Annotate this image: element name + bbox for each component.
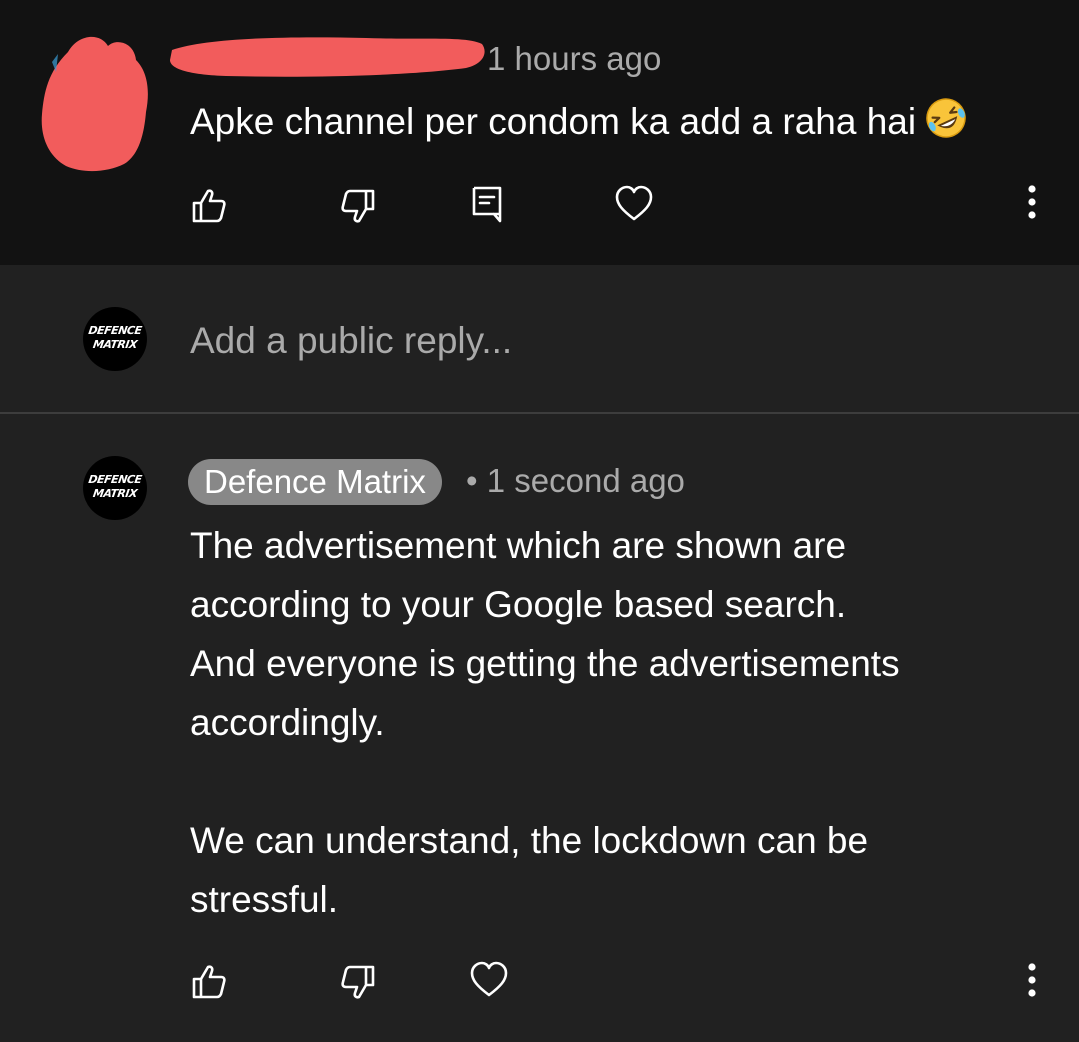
reply-meta: • 1 second ago <box>466 462 685 500</box>
reply-text: The advertisement which are shown are ac… <box>190 516 1050 929</box>
avatar-label-line2: MATRIX <box>92 487 138 500</box>
laughing-emoji-icon <box>924 96 968 149</box>
comment-text: Apke channel per condom ka add a raha ha… <box>190 96 968 149</box>
like-button[interactable] <box>189 962 229 1002</box>
dislike-button[interactable] <box>338 962 378 1002</box>
comment-timestamp: 1 hours ago <box>487 40 662 77</box>
redacted-username <box>170 37 485 77</box>
reply-compose-row <box>0 265 1079 413</box>
reply-input[interactable]: Add a public reply... <box>190 320 512 362</box>
like-button[interactable] <box>189 186 229 226</box>
avatar-label-line1: DEFENCE <box>87 473 143 486</box>
redacted-avatar <box>41 36 148 172</box>
thumbs-down-icon <box>341 189 375 223</box>
reply-author-avatar[interactable]: DEFENCE MATRIX <box>83 456 147 520</box>
avatar-label-line1: DEFENCE <box>87 324 143 337</box>
comment-reply-icon <box>472 186 502 223</box>
thumbs-up-icon <box>192 189 226 223</box>
thumbs-down-icon <box>341 965 375 999</box>
heart-button[interactable] <box>614 184 654 224</box>
author-name-chip[interactable]: Defence Matrix <box>188 459 442 505</box>
heart-icon <box>615 185 653 221</box>
reply-paragraph: We can understand, the lockdown can be s… <box>190 820 869 920</box>
heart-icon <box>470 961 508 997</box>
heart-button[interactable] <box>469 960 509 1000</box>
divider <box>0 412 1079 414</box>
more-vertical-icon <box>1028 185 1036 219</box>
meta-separator: • <box>466 462 478 499</box>
reply-timestamp: 1 second ago <box>486 462 685 499</box>
reply-button[interactable] <box>467 184 507 224</box>
channel-avatar: DEFENCE MATRIX <box>83 307 147 371</box>
avatar-label-line2: MATRIX <box>92 338 138 351</box>
thumbs-up-icon <box>192 965 226 999</box>
more-options-button[interactable] <box>1012 182 1052 222</box>
comment-text-body: Apke channel per condom ka add a raha ha… <box>190 101 917 142</box>
reply-paragraph: The advertisement which are shown are ac… <box>190 525 900 743</box>
dislike-button[interactable] <box>338 186 378 226</box>
more-vertical-icon <box>1028 963 1036 997</box>
more-options-button[interactable] <box>1012 960 1052 1000</box>
highlighted-comment: 1 hours ago Apke channel per condom ka a… <box>0 0 1079 265</box>
